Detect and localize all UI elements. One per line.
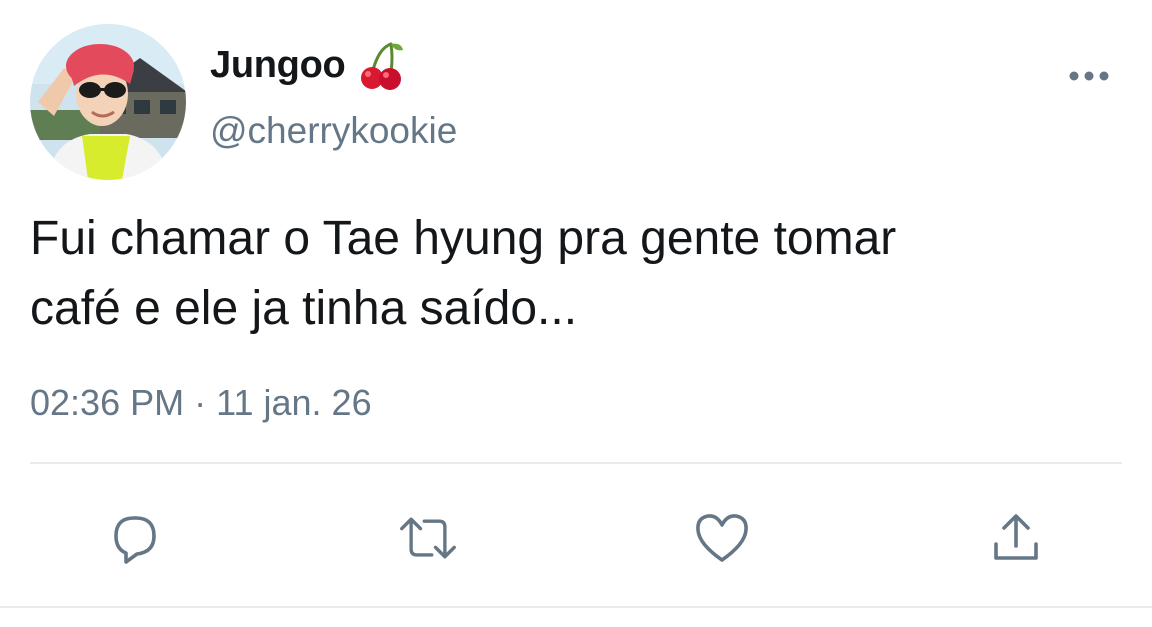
- display-name-row: Jungoo: [210, 40, 405, 90]
- timestamp[interactable]: 02:36 PM · 11 jan. 26: [30, 382, 372, 424]
- avatar[interactable]: [30, 24, 186, 180]
- reply-button[interactable]: [104, 508, 164, 568]
- tweet-time: 02:36 PM: [30, 382, 185, 423]
- user-handle[interactable]: @cherrykookie: [210, 110, 457, 152]
- tweet-text-line: Fui chamar o Tae hyung pra gente tomar: [30, 212, 897, 265]
- share-button[interactable]: [986, 508, 1046, 568]
- retweet-button[interactable]: [398, 508, 458, 568]
- cherry-emoji-icon: [359, 40, 405, 90]
- divider: [30, 462, 1122, 464]
- tweet-text: Fui chamar o Tae hyung pra gente tomar c…: [30, 204, 1110, 344]
- reply-icon: [114, 516, 156, 564]
- tweet-date: 11 jan. 26: [216, 382, 372, 423]
- like-button[interactable]: [692, 508, 752, 568]
- more-dots-icon: [1069, 71, 1109, 81]
- retweet-icon: [400, 517, 456, 559]
- timestamp-separator: ·: [194, 382, 207, 423]
- heart-icon: [696, 514, 748, 562]
- bottom-divider: [0, 606, 1152, 608]
- display-name[interactable]: Jungoo: [210, 44, 346, 87]
- tweet-text-line: café e ele ja tinha saído...: [30, 282, 578, 335]
- tweet: Jungoo @cherrykookie Fui chamar o Tae hy…: [0, 0, 1152, 627]
- share-icon: [994, 514, 1038, 560]
- more-options-button[interactable]: [1064, 62, 1114, 90]
